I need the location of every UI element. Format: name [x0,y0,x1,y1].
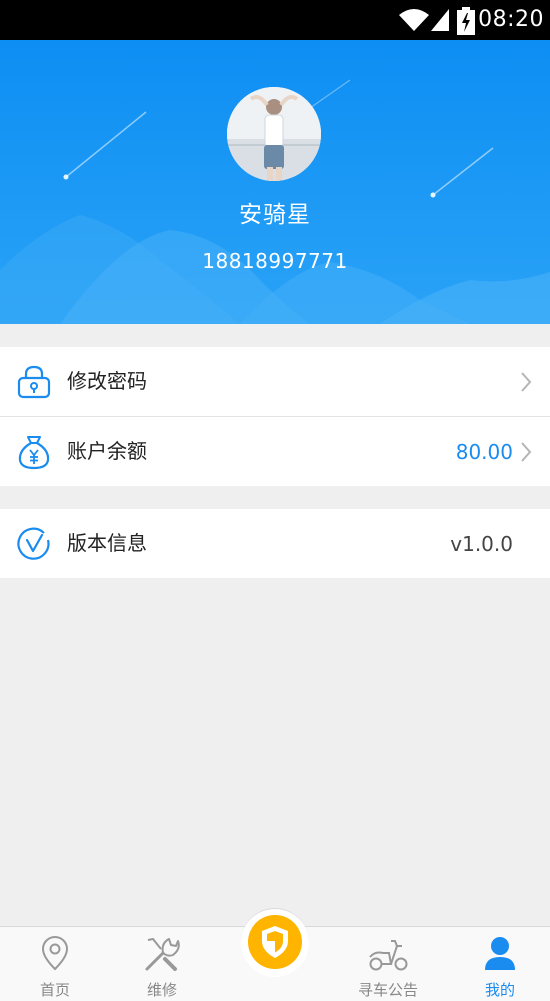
account-balance-label: 账户余额 [67,439,147,463]
chevron-right-icon [521,442,532,462]
tools-icon [145,937,180,971]
avatar-photo [227,87,321,181]
lock-icon [17,365,51,399]
user-phone: 18818997771 [202,249,348,273]
center-shield-button[interactable] [248,915,302,969]
version-info-value: v1.0.0 [450,532,513,556]
account-balance-row[interactable]: 账户余额 80.00 [0,417,550,486]
money-bag-icon [18,436,50,470]
profile-header: 安骑星 18818997771 [0,40,550,324]
status-bar: 08:20 [0,0,550,40]
wifi-icon [399,9,429,31]
avatar[interactable] [227,87,321,181]
tab-find-vehicle-notice-label: 寻车公告 [357,981,418,999]
change-password-label: 修改密码 [67,369,147,393]
tab-find-vehicle-notice[interactable]: 寻车公告 [333,927,443,1001]
version-info-label: 版本信息 [67,531,147,555]
scooter-icon [369,940,408,971]
user-icon [485,937,515,970]
tab-mine-label: 我的 [484,981,515,999]
signal-icon [431,9,449,31]
chevron-right-icon [521,372,532,392]
header-background-decoration [0,40,550,324]
tab-home[interactable]: 首页 [0,927,110,1001]
location-pin-icon [41,936,69,971]
change-password-row[interactable]: 修改密码 [0,347,550,416]
account-balance-value: 80.00 [455,440,513,464]
tab-repair[interactable]: 维修 [107,927,217,1001]
tab-repair-label: 维修 [146,981,177,999]
shield-icon [262,926,288,958]
user-name: 安骑星 [239,202,311,228]
status-time: 08:20 [478,7,544,32]
version-info-row[interactable]: 版本信息 v1.0.0 [0,509,550,578]
tab-mine[interactable]: 我的 [445,927,550,1001]
tab-home-label: 首页 [39,981,70,999]
battery-icon [457,7,475,35]
version-check-icon [17,527,50,560]
